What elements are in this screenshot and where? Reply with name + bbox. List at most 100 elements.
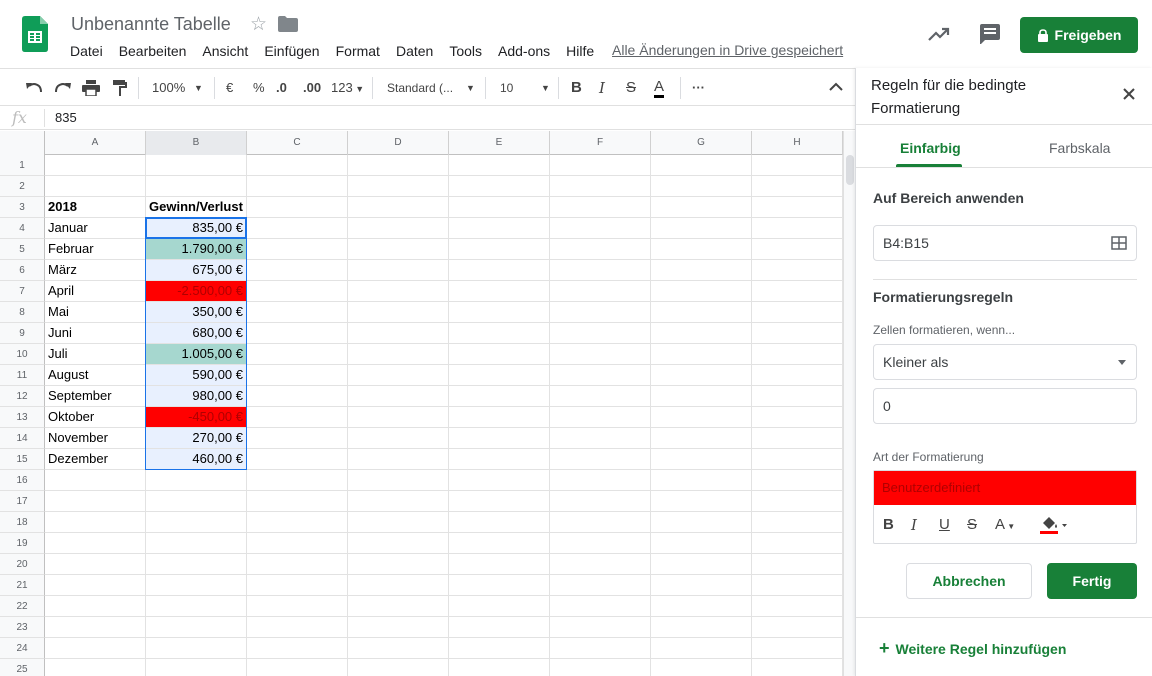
empty-cell[interactable]	[550, 386, 651, 407]
cell-b[interactable]	[146, 533, 247, 554]
row-header[interactable]: 8	[0, 302, 45, 323]
empty-cell[interactable]	[752, 281, 843, 302]
cell-b[interactable]	[146, 596, 247, 617]
menu-file[interactable]: Datei	[62, 42, 111, 60]
empty-cell[interactable]	[247, 365, 348, 386]
empty-cell[interactable]	[449, 155, 550, 176]
row-header[interactable]: 12	[0, 386, 45, 407]
empty-cell[interactable]	[449, 575, 550, 596]
empty-cell[interactable]	[651, 239, 752, 260]
empty-cell[interactable]	[752, 260, 843, 281]
cell-a[interactable]: Januar	[45, 218, 146, 239]
trending-up-icon[interactable]	[927, 24, 951, 44]
empty-cell[interactable]	[247, 638, 348, 659]
empty-cell[interactable]	[348, 197, 449, 218]
star-icon[interactable]: ☆	[250, 13, 267, 36]
cell-a[interactable]	[45, 638, 146, 659]
cell-b[interactable]	[146, 155, 247, 176]
empty-cell[interactable]	[651, 302, 752, 323]
empty-cell[interactable]	[651, 449, 752, 470]
vertical-scrollbar[interactable]	[843, 131, 855, 676]
undo-icon[interactable]	[25, 80, 43, 96]
scrollbar-thumb[interactable]	[846, 155, 854, 185]
menu-edit[interactable]: Bearbeiten	[111, 42, 195, 60]
empty-cell[interactable]	[651, 491, 752, 512]
empty-cell[interactable]	[550, 344, 651, 365]
cell-b[interactable]: -2.500,00 €	[146, 281, 247, 302]
cell-a[interactable]: September	[45, 386, 146, 407]
cell-a[interactable]: 2018	[45, 197, 146, 218]
cell-a[interactable]: August	[45, 365, 146, 386]
empty-cell[interactable]	[550, 617, 651, 638]
empty-cell[interactable]	[550, 659, 651, 676]
empty-cell[interactable]	[550, 323, 651, 344]
empty-cell[interactable]	[550, 596, 651, 617]
empty-cell[interactable]	[651, 554, 752, 575]
zoom-select[interactable]: 100%	[152, 78, 185, 98]
redo-icon[interactable]	[54, 80, 72, 96]
empty-cell[interactable]	[449, 344, 550, 365]
empty-cell[interactable]	[651, 155, 752, 176]
cell-a[interactable]: Dezember	[45, 449, 146, 470]
column-header[interactable]: E	[449, 131, 550, 155]
share-button[interactable]: Freigeben	[1020, 17, 1138, 53]
cell-a[interactable]	[45, 512, 146, 533]
column-header[interactable]: H	[752, 131, 843, 155]
folder-icon[interactable]	[278, 16, 298, 32]
select-range-icon[interactable]	[1111, 236, 1127, 250]
empty-cell[interactable]	[550, 512, 651, 533]
empty-cell[interactable]	[752, 638, 843, 659]
empty-cell[interactable]	[348, 155, 449, 176]
empty-cell[interactable]	[247, 218, 348, 239]
empty-cell[interactable]	[247, 407, 348, 428]
condition-select[interactable]: Kleiner als	[873, 344, 1137, 380]
cell-b[interactable]	[146, 491, 247, 512]
empty-cell[interactable]	[651, 512, 752, 533]
empty-cell[interactable]	[651, 386, 752, 407]
empty-cell[interactable]	[247, 449, 348, 470]
column-header[interactable]: A	[45, 131, 146, 155]
empty-cell[interactable]	[752, 344, 843, 365]
empty-cell[interactable]	[752, 554, 843, 575]
empty-cell[interactable]	[247, 470, 348, 491]
empty-cell[interactable]	[752, 302, 843, 323]
row-header[interactable]: 20	[0, 554, 45, 575]
cell-a[interactable]	[45, 155, 146, 176]
paint-format-icon[interactable]	[112, 80, 128, 96]
empty-cell[interactable]	[752, 617, 843, 638]
empty-cell[interactable]	[651, 596, 752, 617]
empty-cell[interactable]	[348, 575, 449, 596]
empty-cell[interactable]	[247, 386, 348, 407]
empty-cell[interactable]	[247, 617, 348, 638]
empty-cell[interactable]	[449, 659, 550, 676]
empty-cell[interactable]	[752, 596, 843, 617]
empty-cell[interactable]	[348, 260, 449, 281]
range-input[interactable]: B4:B15	[873, 225, 1137, 261]
cell-b[interactable]	[146, 512, 247, 533]
empty-cell[interactable]	[550, 260, 651, 281]
empty-cell[interactable]	[752, 176, 843, 197]
empty-cell[interactable]	[348, 344, 449, 365]
close-icon[interactable]	[1120, 85, 1138, 103]
empty-cell[interactable]	[550, 554, 651, 575]
empty-cell[interactable]	[449, 281, 550, 302]
empty-cell[interactable]	[449, 365, 550, 386]
empty-cell[interactable]	[247, 302, 348, 323]
empty-cell[interactable]	[752, 449, 843, 470]
empty-cell[interactable]	[550, 575, 651, 596]
print-icon[interactable]	[82, 80, 100, 96]
empty-cell[interactable]	[348, 470, 449, 491]
empty-cell[interactable]	[348, 512, 449, 533]
style-italic-button[interactable]: I	[911, 516, 917, 534]
empty-cell[interactable]	[348, 323, 449, 344]
empty-cell[interactable]	[247, 596, 348, 617]
sheets-logo-icon[interactable]	[22, 16, 48, 52]
done-button[interactable]: Fertig	[1047, 563, 1137, 599]
cell-a[interactable]: Februar	[45, 239, 146, 260]
empty-cell[interactable]	[247, 554, 348, 575]
style-bold-button[interactable]: B	[883, 516, 894, 533]
style-underline-button[interactable]: U	[939, 516, 950, 533]
zoom-dropdown-icon[interactable]: ▼	[194, 78, 203, 98]
empty-cell[interactable]	[752, 155, 843, 176]
column-header[interactable]: C	[247, 131, 348, 155]
